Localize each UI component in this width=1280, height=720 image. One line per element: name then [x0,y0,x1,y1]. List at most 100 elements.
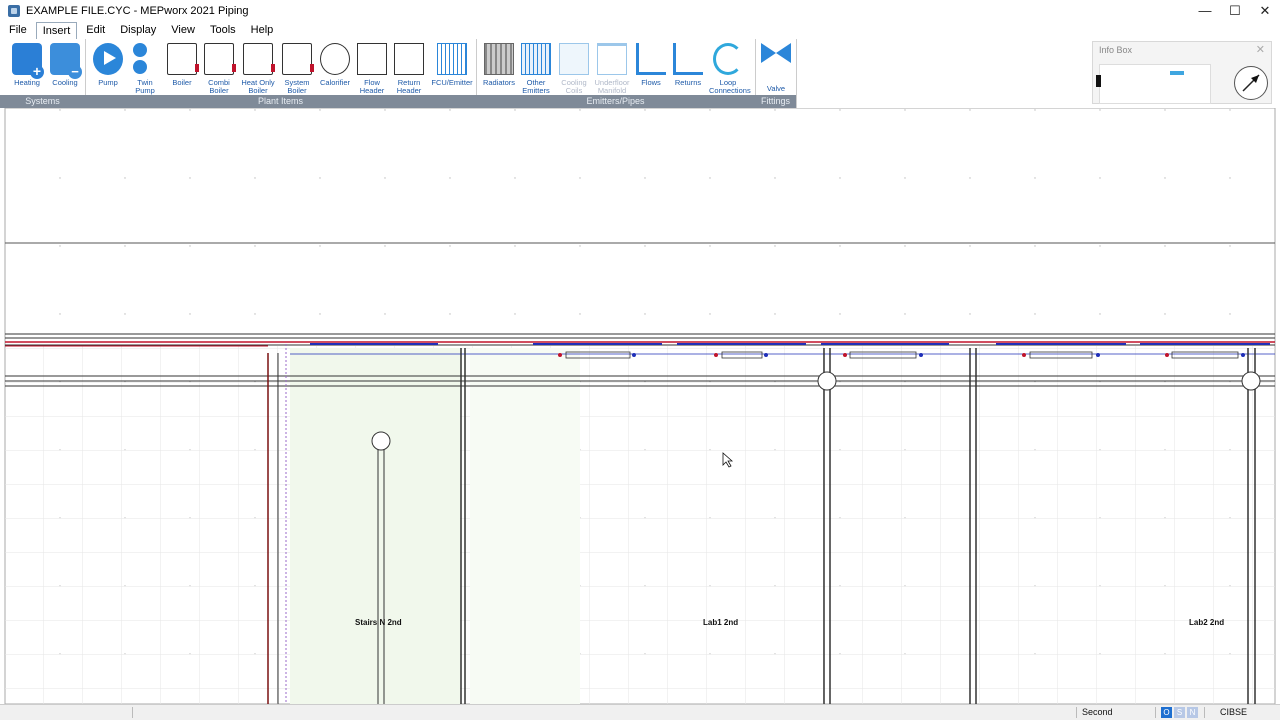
other-emitters-label: Other Emitters [522,78,550,95]
mode-o-toggle[interactable]: O [1161,707,1172,718]
pump-button[interactable]: Pump [89,43,127,87]
group-label-plant: Plant Items [85,95,476,108]
info-box-preview[interactable] [1096,64,1211,104]
minimize-button[interactable]: — [1190,0,1220,22]
flow-header-label: Flow Header [359,78,385,95]
mode-n-toggle[interactable]: N [1187,707,1198,718]
ribbon-group-fittings: Valve Fittings [755,39,797,108]
return-header-button[interactable]: Return Header [390,43,428,95]
calorifier-button[interactable]: Calorifier [316,43,354,87]
cooling-coils-icon [559,43,589,75]
boiler-label: Boiler [172,78,192,87]
combi-boiler-button[interactable]: Combi Boiler [200,43,238,95]
flows-label: Flows [641,78,661,87]
flows-button[interactable]: Flows [632,43,670,87]
status-bar: Second O S N CIBSE [0,704,1280,720]
flow-header-button[interactable]: Flow Header [353,43,391,95]
system-boiler-button[interactable]: System Boiler [278,43,316,95]
window-title: EXAMPLE FILE.CYC - MEPworx 2021 Piping [26,5,249,17]
group-label-systems: Systems [0,95,85,108]
twin-pump-icon [130,43,160,75]
menu-view[interactable]: View [165,22,201,39]
valve-button[interactable]: Valve [757,43,795,93]
maximize-button[interactable]: ☐ [1220,0,1250,22]
cooling-button[interactable]: Cooling [46,43,84,87]
north-arrow-icon[interactable] [1234,66,1268,100]
heating-button[interactable]: Heating [8,43,46,87]
heating-icon [12,43,44,79]
menu-display[interactable]: Display [114,22,162,39]
app-icon [8,5,20,17]
fcu-emitter-icon [437,43,467,75]
radiators-icon [484,43,514,75]
ribbon-group-emitters: Radiators Other Emitters Cooling Coils U… [476,39,756,108]
twin-pump-label: Twin Pump [135,78,155,95]
calorifier-icon [320,43,350,75]
loop-connections-icon [713,43,743,75]
combi-boiler-label: Combi Boiler [208,78,230,95]
standard-indicator: CIBSE [1220,707,1248,717]
close-button[interactable]: ✕ [1250,0,1280,22]
pump-icon [93,43,123,75]
twin-pump-button[interactable]: Twin Pump [126,43,164,95]
fcu-emitter-label: FCU/Emitter [431,78,473,87]
underfloor-manifold-icon [597,43,627,75]
fcu-emitter-button[interactable]: FCU/Emitter [430,43,474,87]
radiators-button[interactable]: Radiators [480,43,518,87]
status-divider [1155,707,1156,718]
ribbon-group-systems: Heating Cooling Systems [0,39,86,108]
heat-only-boiler-button[interactable]: Heat Only Boiler [239,43,277,95]
loop-connections-button[interactable]: Loop Connections [709,43,751,95]
floor-indicator: Second [1082,707,1113,717]
cooling-icon [50,43,82,79]
valve-label: Valve [766,84,786,93]
info-box-panel: Info Box ✕ [1092,41,1272,104]
ribbon: Heating Cooling Systems Pump Twin Pump B… [0,39,797,108]
mode-s-toggle[interactable]: S [1174,707,1185,718]
ribbon-group-plant: Pump Twin Pump Boiler Combi Boiler Heat … [85,39,477,108]
heat-only-boiler-label: Heat Only Boiler [241,78,275,95]
heat-only-boiler-icon [243,43,275,75]
status-divider [1076,707,1077,718]
drawing-canvas[interactable]: Stairs N 2nd Lab1 2nd Lab2 2nd [0,108,1280,704]
info-box-title: Info Box [1099,45,1133,55]
underfloor-manifold-button: Underfloor Manifold [593,43,631,95]
menu-file[interactable]: File [3,22,33,39]
calorifier-label: Calorifier [319,78,350,87]
other-emitters-button[interactable]: Other Emitters [517,43,555,95]
returns-icon [673,43,703,75]
menu-help[interactable]: Help [245,22,280,39]
room-label-lab1[interactable]: Lab1 2nd [703,618,738,627]
status-divider [1204,707,1205,718]
boiler-button[interactable]: Boiler [163,43,201,87]
menu-tools[interactable]: Tools [204,22,242,39]
window-controls: — ☐ ✕ [1190,0,1280,22]
room-label-stairs[interactable]: Stairs N 2nd [355,618,402,627]
loop-connections-label: Loop Connections [709,78,751,95]
returns-label: Returns [674,78,702,87]
system-boiler-label: System Boiler [284,78,310,95]
heating-label: Heating [14,78,40,87]
title-bar: EXAMPLE FILE.CYC - MEPworx 2021 Piping —… [0,0,1280,22]
menu-edit[interactable]: Edit [80,22,111,39]
flows-icon [636,43,666,75]
cooling-coils-label: Cooling Coils [561,78,587,95]
group-label-fittings: Fittings [755,95,796,108]
other-emitters-icon [521,43,551,75]
status-divider [132,707,133,718]
system-boiler-icon [282,43,314,75]
underfloor-manifold-label: Underfloor Manifold [594,78,630,95]
menu-insert[interactable]: Insert [35,22,78,39]
room-label-lab2[interactable]: Lab2 2nd [1189,618,1224,627]
cooling-coils-button: Cooling Coils [555,43,593,95]
return-header-icon [394,43,424,75]
valve-icon [761,43,791,75]
menu-bar: File Insert Edit Display View Tools Help [0,22,1280,39]
combi-boiler-icon [204,43,236,75]
info-box-close-icon[interactable]: ✕ [1256,43,1265,56]
flow-header-icon [357,43,387,75]
return-header-label: Return Header [396,78,422,95]
cooling-label: Cooling [52,78,78,87]
returns-button[interactable]: Returns [669,43,707,87]
boiler-icon [167,43,199,75]
